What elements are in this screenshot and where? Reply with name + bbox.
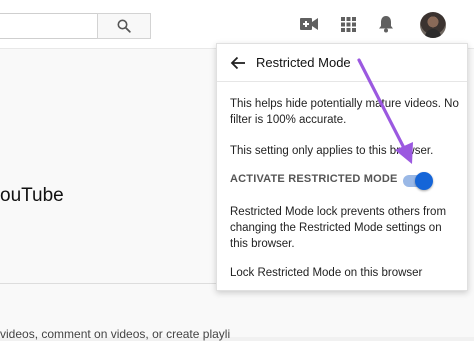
page-text: videos, comment on videos, or create pla… bbox=[0, 327, 231, 341]
create-video-button[interactable] bbox=[299, 14, 319, 34]
lock-description: Restricted Mode lock prevents others fro… bbox=[230, 206, 447, 250]
notifications-button[interactable] bbox=[376, 14, 396, 34]
back-arrow-icon bbox=[230, 56, 245, 70]
lock-restricted-mode-link[interactable]: Lock Restricted Mode on this browser bbox=[230, 265, 460, 281]
back-button[interactable] bbox=[229, 54, 247, 72]
toggle-knob bbox=[415, 172, 433, 190]
panel-header: Restricted Mode bbox=[217, 44, 467, 82]
search-icon bbox=[117, 19, 131, 33]
browser-note: This setting only applies to this browse… bbox=[230, 145, 434, 157]
masthead bbox=[0, 0, 474, 49]
apps-button[interactable] bbox=[338, 14, 358, 34]
divider bbox=[0, 283, 220, 284]
apps-grid-icon bbox=[340, 16, 356, 32]
avatar[interactable] bbox=[420, 12, 446, 38]
restricted-mode-description: This helps hide potentially mature video… bbox=[230, 98, 459, 126]
video-camera-add-icon bbox=[300, 18, 318, 30]
search-input[interactable] bbox=[0, 13, 98, 39]
panel-title: Restricted Mode bbox=[256, 55, 351, 70]
activate-restricted-mode-label: ACTIVATE RESTRICTED MODE bbox=[230, 173, 398, 185]
restricted-mode-toggle[interactable] bbox=[403, 171, 433, 190]
page-heading: ouTube bbox=[0, 185, 64, 206]
search-button[interactable] bbox=[97, 13, 151, 39]
notification-bell-icon bbox=[379, 16, 393, 33]
restricted-mode-panel: Restricted Mode This helps hide potentia… bbox=[216, 43, 468, 291]
